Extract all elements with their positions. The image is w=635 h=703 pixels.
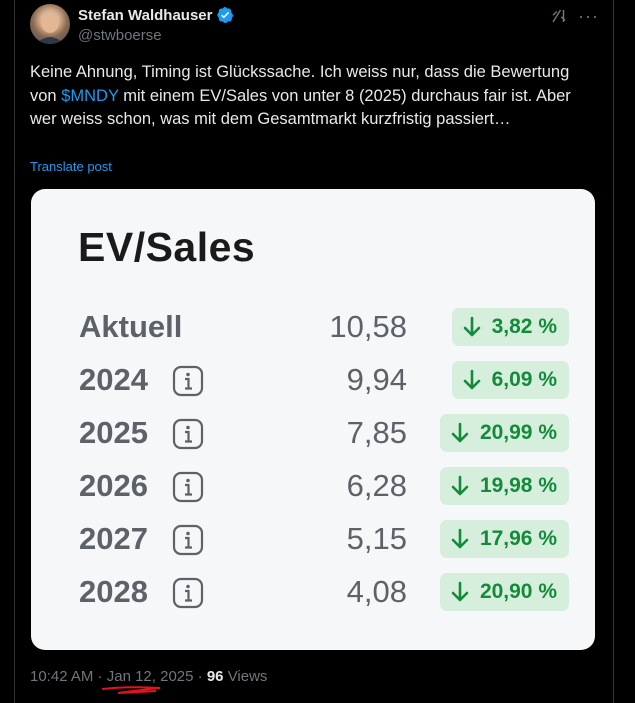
row-label: 2026 xyxy=(79,468,148,503)
image-card[interactable]: EV/Sales Aktuell 10,58 3,82 % 2024 9,94 6,09 … xyxy=(31,189,595,650)
row-value: 9,94 xyxy=(346,362,407,397)
row-value: 7,85 xyxy=(346,415,407,450)
tweet-meta: 10:42 AM · Jan 12, 2025 · 96 Views xyxy=(30,668,267,685)
change-badge: 20,99 % xyxy=(439,414,569,452)
ev-sales-row: 2028 4,08 20,90 % xyxy=(31,572,595,612)
row-value: 4,08 xyxy=(346,574,407,609)
card-title: EV/Sales xyxy=(78,224,256,270)
tweet-text: Keine Ahnung, Timing ist Glückssache. Ic… xyxy=(30,61,600,132)
arrow-down-icon xyxy=(451,422,469,443)
change-value: 3,82 % xyxy=(491,315,557,338)
ev-sales-row: 2027 5,15 17,96 % xyxy=(31,519,595,559)
ev-sales-row: 2025 7,85 20,99 % xyxy=(31,413,595,453)
info-icon[interactable] xyxy=(172,524,204,556)
meta-separator: · xyxy=(97,668,103,685)
row-label: 2027 xyxy=(79,521,148,556)
ev-sales-row: 2026 6,28 19,98 % xyxy=(31,466,595,506)
change-value: 17,96 % xyxy=(479,527,557,550)
row-label: 2028 xyxy=(79,574,148,609)
info-icon[interactable] xyxy=(172,577,204,609)
verified-badge-icon[interactable] xyxy=(216,6,234,24)
change-badge: 3,82 % xyxy=(451,308,569,346)
post-time[interactable]: 10:42 AM xyxy=(30,668,93,685)
arrow-down-icon xyxy=(451,475,469,496)
meta-separator: · xyxy=(197,668,203,685)
ev-sales-row: Aktuell 10,58 3,82 % xyxy=(31,307,595,347)
change-badge: 17,96 % xyxy=(439,520,569,558)
row-label: Aktuell xyxy=(79,309,183,344)
info-icon[interactable] xyxy=(172,418,204,450)
row-value: 6,28 xyxy=(346,468,407,503)
red-underline-scribble xyxy=(101,686,161,694)
arrow-down-icon xyxy=(451,528,469,549)
more-icon[interactable]: ··· xyxy=(578,6,599,27)
views-label[interactable]: Views xyxy=(228,668,268,685)
change-value: 19,98 % xyxy=(479,474,557,497)
row-value: 5,15 xyxy=(346,521,407,556)
change-value: 6,09 % xyxy=(491,368,557,391)
translate-post-link[interactable]: Translate post xyxy=(30,159,112,174)
change-badge: 20,90 % xyxy=(439,573,569,611)
author-handle[interactable]: @stwboerse xyxy=(78,27,162,44)
avatar-face-icon xyxy=(36,11,64,44)
author-name[interactable]: Stefan Waldhauser xyxy=(78,7,212,24)
change-value: 20,99 % xyxy=(479,421,557,444)
arrow-down-icon xyxy=(451,581,469,602)
arrow-down-icon xyxy=(463,316,480,337)
ev-sales-row: 2024 9,94 6,09 % xyxy=(31,360,595,400)
info-icon[interactable] xyxy=(172,365,204,397)
views-count[interactable]: 96 xyxy=(207,668,224,685)
arrow-down-icon xyxy=(463,369,480,390)
avatar[interactable] xyxy=(30,4,70,44)
change-badge: 6,09 % xyxy=(451,361,569,399)
change-badge: 19,98 % xyxy=(439,467,569,505)
grok-icon[interactable] xyxy=(550,7,568,25)
row-label: 2024 xyxy=(79,362,148,397)
cashtag-link[interactable]: $MNDY xyxy=(61,87,118,105)
change-value: 20,90 % xyxy=(479,580,557,603)
row-label: 2025 xyxy=(79,415,148,450)
post-date[interactable]: Jan 12, 2025 xyxy=(107,668,194,685)
info-icon[interactable] xyxy=(172,471,204,503)
row-value: 10,58 xyxy=(329,309,407,344)
